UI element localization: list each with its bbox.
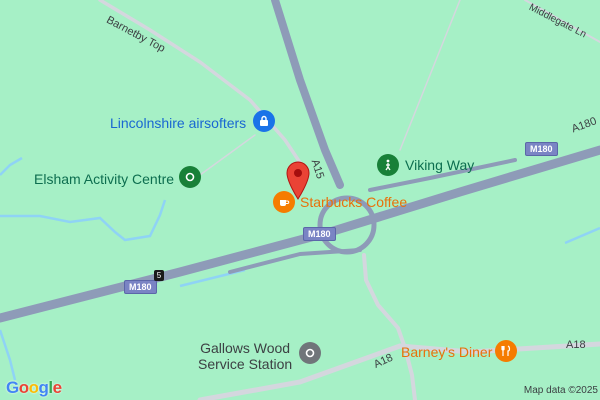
hiking-icon[interactable] (377, 154, 399, 176)
google-logo: Google (6, 378, 62, 397)
poi-label-line-2: Service Station (198, 356, 293, 372)
map-view[interactable]: Barnetby Top Middlegate Ln A15 A180 A18 … (0, 0, 600, 400)
m180-shield-right: M180 (525, 142, 558, 156)
road-label-a18-east: A18 (566, 339, 586, 351)
poi-label-gallows-wood-service-station[interactable]: Gallows Wood Service Station (198, 340, 292, 372)
stream-northwest (0, 156, 23, 176)
map-pin-icon[interactable] (285, 160, 311, 200)
junction-number-badge: 5 (154, 270, 164, 281)
pin-dot-icon[interactable] (299, 342, 321, 364)
poi-label-viking-way[interactable]: Viking Way (405, 157, 474, 173)
poi-label-starbucks-coffee[interactable]: Starbucks Coffee (300, 194, 407, 210)
poi-label-line-1: Gallows Wood (200, 340, 291, 356)
a18-link-road (362, 253, 417, 400)
footpath-east (399, 0, 461, 151)
poi-label-elsham-activity-centre[interactable]: Elsham Activity Centre (34, 171, 174, 187)
m180-shield-center: M180 (303, 227, 336, 241)
stream-west (0, 199, 167, 242)
poi-label-lincolnshire-airsofters[interactable]: Lincolnshire airsofters (110, 115, 246, 131)
location-dot-icon[interactable] (179, 166, 201, 188)
poi-label-barneys-diner[interactable]: Barney's Diner (401, 344, 492, 360)
major-roads (0, 0, 600, 323)
padlock-icon[interactable] (253, 110, 275, 132)
stream-southwest (0, 329, 17, 381)
m180-shield-left: M180 (124, 280, 157, 294)
map-attribution[interactable]: Map data ©2025 (524, 385, 598, 396)
a15-road (271, 0, 344, 189)
fork-knife-icon[interactable] (495, 340, 517, 362)
stream-east (564, 226, 600, 245)
footpath-west (199, 134, 256, 176)
